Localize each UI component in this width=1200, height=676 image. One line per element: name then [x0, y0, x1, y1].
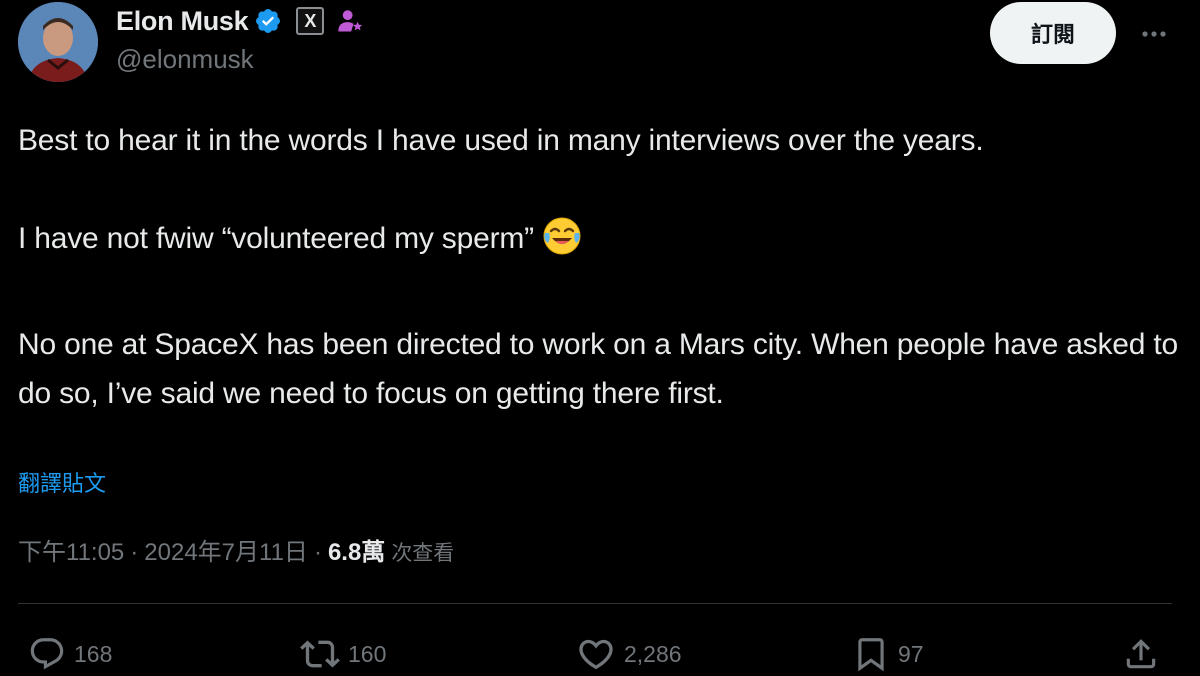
- author-display-name[interactable]: Elon Musk: [116, 6, 249, 37]
- divider: [18, 603, 1172, 604]
- more-options-button[interactable]: [1136, 16, 1172, 52]
- tweet-text: Best to hear it in the words I have used…: [18, 116, 1178, 418]
- bookmark-icon: [858, 638, 884, 672]
- x-affiliation-badge[interactable]: X: [296, 7, 325, 35]
- tweet-date[interactable]: 2024年7月11日: [144, 532, 308, 567]
- reply-icon: [30, 638, 64, 670]
- author-handle[interactable]: @elonmusk: [116, 44, 254, 75]
- tweet-paragraph-text: I have not fwiw “volunteered my sperm”: [18, 222, 534, 255]
- affiliate-person-icon[interactable]: [336, 7, 364, 35]
- heart-icon: [579, 639, 613, 670]
- translate-post-link[interactable]: 翻譯貼文: [18, 466, 106, 498]
- reply-button[interactable]: 168: [28, 632, 112, 676]
- more-horizontal-icon: [1142, 31, 1166, 37]
- share-icon: [1126, 639, 1156, 669]
- tweet-paragraph: Best to hear it in the words I have used…: [18, 124, 984, 157]
- avatar[interactable]: [18, 2, 98, 82]
- repost-count: 160: [348, 640, 387, 667]
- meta-separator: ·: [130, 539, 139, 566]
- bookmark-count: 97: [898, 640, 924, 667]
- like-button[interactable]: 2,286: [576, 632, 682, 676]
- author-name-row: Elon Musk X: [116, 4, 364, 38]
- tweet-paragraph: No one at SpaceX has been directed to wo…: [18, 328, 1178, 410]
- like-count: 2,286: [624, 640, 682, 667]
- tweet-card: Elon Musk X @elonmusk 訂閱 Best to hear it…: [0, 0, 1200, 675]
- views-label: 次查看: [391, 542, 455, 565]
- views-count: 6.8萬: [327, 539, 386, 566]
- repost-icon: [300, 640, 340, 668]
- bookmark-button[interactable]: 97: [852, 632, 924, 676]
- verified-badge-icon[interactable]: [254, 7, 282, 35]
- reply-count: 168: [74, 640, 113, 667]
- profile-photo-icon: [18, 2, 98, 82]
- tweet-time[interactable]: 下午11:05: [18, 532, 124, 567]
- subscribe-button[interactable]: 訂閱: [990, 2, 1116, 64]
- tweet-meta: 下午11:05 · 2024年7月11日 · 6.8萬 次查看: [18, 532, 454, 567]
- face-with-tears-of-joy-icon: [542, 216, 582, 271]
- tweet-paragraph: I have not fwiw “volunteered my sperm”: [18, 214, 1178, 271]
- meta-separator: ·: [313, 539, 322, 566]
- share-button[interactable]: [1122, 632, 1160, 676]
- repost-button[interactable]: 160: [300, 632, 386, 676]
